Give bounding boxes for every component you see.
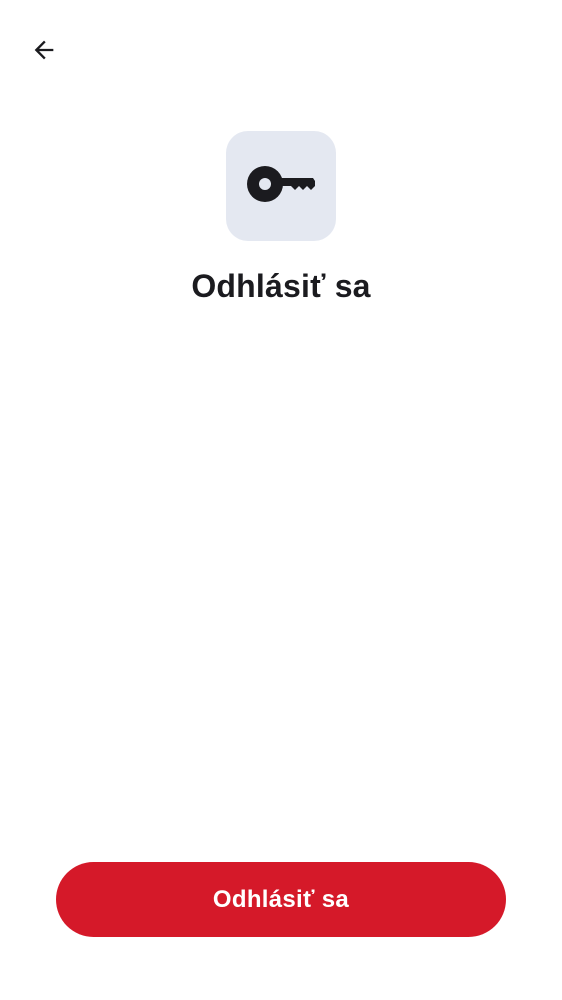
page-title: Odhlásiť sa	[191, 268, 371, 304]
arrow-back-icon	[30, 36, 58, 64]
back-button[interactable]	[22, 28, 66, 72]
key-icon	[247, 165, 315, 207]
logout-button-label: Odhlásiť sa	[212, 885, 350, 913]
logout-button[interactable]: Odhlásiť sa	[56, 862, 506, 937]
key-icon-tile	[226, 131, 336, 241]
logout-screen: Odhlásiť sa Odhlásiť sa	[0, 0, 562, 1000]
